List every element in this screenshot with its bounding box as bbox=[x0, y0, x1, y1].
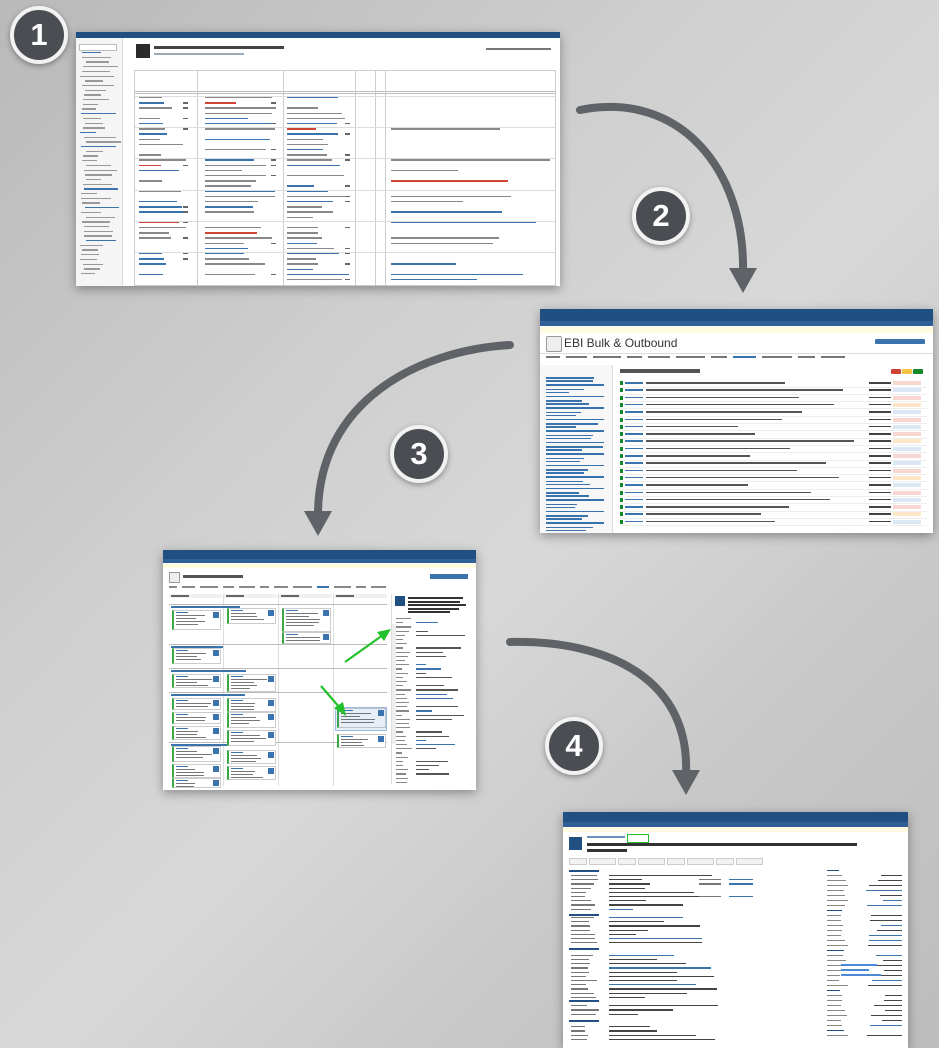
step-3-badge: 3 bbox=[390, 425, 448, 483]
step-2-badge: 2 bbox=[632, 187, 690, 245]
step-4-badge: 4 bbox=[545, 717, 603, 775]
step-1-badge: 1 bbox=[10, 6, 68, 64]
flow-arrow-3-to-4 bbox=[506, 637, 700, 795]
flow-arrows bbox=[304, 102, 757, 795]
